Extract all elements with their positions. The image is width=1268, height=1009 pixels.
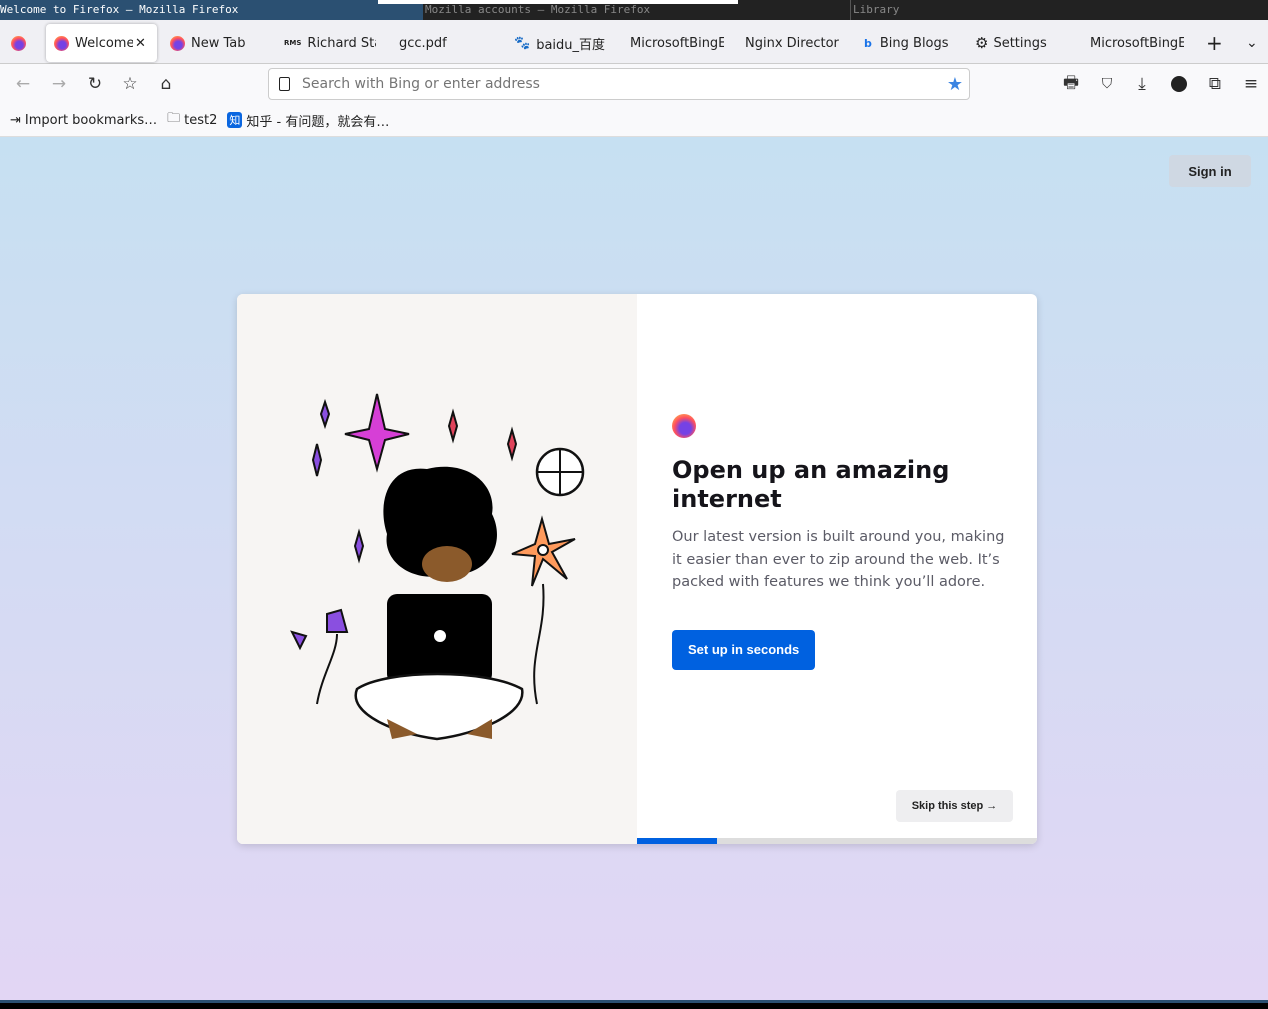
firefox-icon (170, 35, 185, 51)
extensions-button[interactable]: ⧉ (1203, 72, 1227, 96)
illustration-panel (237, 294, 637, 844)
tab-nginx[interactable]: Nginx Directory (745, 24, 839, 62)
tab-label: MicrosoftBingE (1090, 35, 1184, 51)
tab-new-tab[interactable]: New Tab (170, 24, 246, 62)
bing-icon: b (864, 36, 872, 50)
forward-button[interactable]: → (47, 72, 71, 96)
onboarding-card: Open up an amazing internet Our latest v… (237, 294, 1037, 844)
tab-settings[interactable]: ⚙ Settings (975, 24, 1047, 62)
bookmarks-toolbar: ⇥ Import bookmarks… 🗀 test2 知知乎 - 有问题，就会有… (0, 104, 1268, 137)
pocket-button[interactable]: ⛉ (1095, 72, 1119, 96)
tab-label: New Tab (191, 35, 246, 51)
bookmark-label: test2 (184, 112, 218, 128)
puzzle-icon: ⧉ (1208, 74, 1222, 94)
progress-bar (637, 838, 1037, 844)
popup-edge (378, 0, 738, 4)
tab-welcome[interactable]: Welcome ✕ (46, 24, 157, 62)
bookmark-star-button[interactable]: ☆ (118, 72, 142, 96)
onboarding-content: Open up an amazing internet Our latest v… (672, 414, 1012, 670)
tab-label: Richard Sta (307, 35, 376, 51)
arrow-left-icon: ← (15, 74, 31, 94)
arrow-right-icon: → (986, 800, 998, 812)
firefox-icon (54, 35, 69, 51)
navigation-toolbar: ← → ↻ ☆ ⌂ ★ 🖶 ⛉ ⤓ ⧉ ≡ (0, 64, 1268, 104)
bookmark-label: Import bookmarks… (24, 112, 158, 128)
printer-icon: 🖶 (1062, 72, 1080, 93)
downloads-button[interactable]: ⤓ (1130, 72, 1154, 96)
close-icon[interactable]: ✕ (135, 36, 146, 51)
bookmark-import[interactable]: ⇥ Import bookmarks… (10, 113, 157, 128)
pocket-icon: ⛉ (1101, 76, 1113, 92)
page-title: Open up an amazing internet (672, 456, 950, 513)
tab-label: Bing Blogs (879, 35, 949, 51)
arrow-right-icon: → (51, 74, 67, 94)
reload-button[interactable]: ↻ (83, 72, 107, 96)
tab-gcc[interactable]: gcc.pdf (399, 24, 447, 62)
url-bar[interactable]: ★ (268, 68, 970, 100)
url-input[interactable] (302, 76, 947, 92)
baidu-icon: 🐾 (514, 35, 531, 51)
print-button[interactable]: 🖶 (1059, 72, 1083, 96)
rms-icon: RMS (284, 39, 302, 47)
tab-label: MicrosoftBingE (630, 35, 724, 51)
folder-icon: 🗀 (167, 111, 181, 126)
page-content: Sign in Open up an amazing internet Our … (0, 137, 1268, 1000)
tab-bing-1[interactable]: MicrosoftBingE (630, 24, 724, 62)
star-tray-icon: ☆ (122, 74, 138, 94)
bookmark-star-icon[interactable]: ★ (947, 74, 963, 95)
page-icon (279, 77, 290, 91)
tab-richard[interactable]: RMS Richard Sta (284, 24, 376, 62)
tab-bing-2[interactable]: MicrosoftBingE (1090, 24, 1184, 62)
plus-icon: + (1206, 31, 1223, 55)
illustration-person-laptop (290, 393, 585, 741)
tab-label: Welcome (75, 35, 133, 51)
firefox-logo (672, 414, 696, 438)
chevron-down-icon: ⌄ (1246, 35, 1258, 51)
home-icon: ⌂ (160, 74, 172, 94)
firefox-icon (11, 35, 26, 51)
tab-label: Settings (993, 35, 1047, 51)
wm-window-1[interactable]: Welcome to Firefox — Mozilla Firefox (0, 0, 423, 20)
import-icon: ⇥ (10, 112, 21, 128)
taskbar (0, 1000, 1268, 1009)
tab-label: gcc.pdf (399, 35, 447, 51)
list-all-tabs-button[interactable]: ⌄ (1246, 24, 1258, 62)
gear-icon: ⚙ (975, 34, 989, 52)
progress-fill (637, 838, 717, 844)
page-description: Our latest version is built around you, … (672, 529, 1005, 590)
flower (511, 515, 576, 705)
home-button[interactable]: ⌂ (154, 72, 178, 96)
legs (354, 672, 524, 741)
small-flower (290, 608, 349, 705)
account-button[interactable] (1167, 72, 1191, 96)
tab-bar: Welcome ✕ New Tab RMS Richard Sta gcc.pdf … (0, 20, 1268, 64)
window-manager-bar: Welcome to Firefox — Mozilla Firefox Moz… (0, 0, 1268, 20)
back-button[interactable]: ← (11, 72, 35, 96)
tab-label: Nginx Directory (745, 35, 839, 51)
set-up-button[interactable]: Set up in seconds (672, 629, 816, 670)
tab-label: baidu_百度 (536, 37, 606, 53)
face (422, 546, 472, 582)
account-icon (1171, 76, 1187, 92)
skip-step-button[interactable]: Skip this step → (896, 790, 1013, 822)
tab-baidu[interactable]: 🐾 baidu_百度 (514, 24, 608, 62)
wm-window-3[interactable]: Library (850, 0, 950, 20)
sign-in-button[interactable]: Sign in (1169, 155, 1251, 187)
menu-button[interactable]: ≡ (1239, 72, 1263, 96)
hamburger-icon: ≡ (1243, 74, 1259, 94)
bookmark-zhihu[interactable]: 知知乎 - 有问题，就会有… (227, 111, 389, 130)
tab-bing-blogs[interactable]: b Bing Blogs (864, 24, 949, 62)
bookmark-folder-test2[interactable]: 🗀 test2 (167, 109, 217, 131)
bookmark-label: 知乎 - 有问题，就会有… (246, 114, 390, 130)
zhihu-icon: 知 (227, 112, 243, 128)
new-tab-button[interactable]: + (1206, 24, 1223, 62)
firefox-view-button[interactable] (11, 24, 32, 62)
download-icon: ⤓ (1138, 74, 1146, 94)
skip-label: Skip this step (911, 800, 984, 812)
reload-icon: ↻ (87, 74, 103, 94)
